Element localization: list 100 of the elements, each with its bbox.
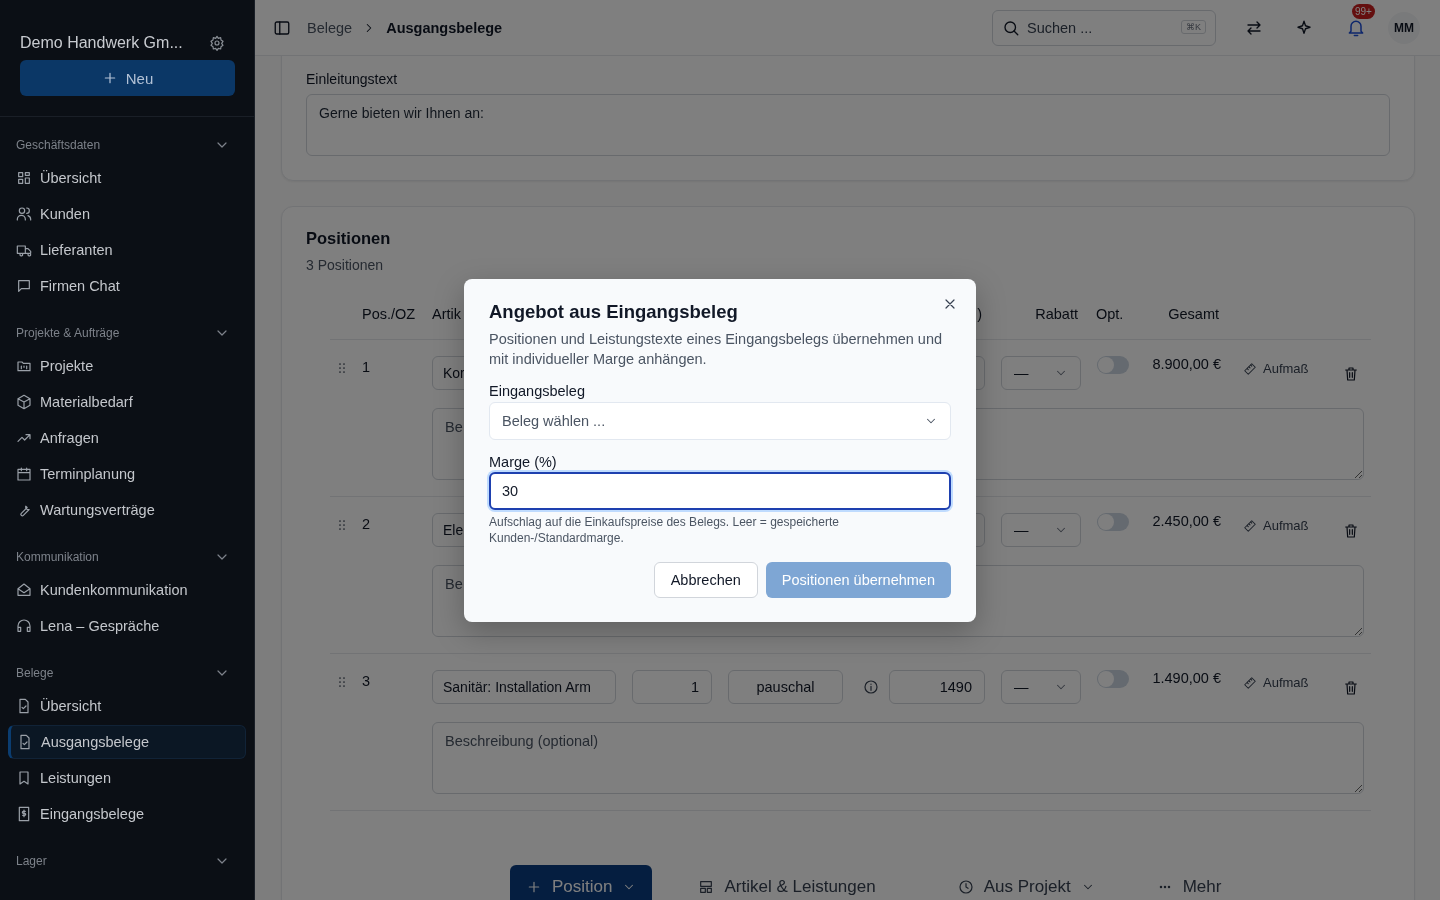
position-count: 3 Positionen	[306, 257, 385, 273]
breadcrumb-link[interactable]: Ausgangsbelege	[386, 19, 503, 36]
calendar-icon	[16, 466, 32, 482]
shortcut-key: ⌘K	[1181, 19, 1206, 34]
chat-icon	[16, 278, 32, 294]
sidebar-item[interactable]: Kunden	[8, 197, 246, 231]
sidebar-item[interactable]: Lieferanten	[8, 233, 246, 267]
sidebar-item-label: Leistungen	[40, 770, 111, 786]
sidebar-item[interactable]: Projekte	[8, 349, 246, 383]
optional-toggle[interactable]	[1097, 670, 1129, 688]
more-button[interactable]: Mehr	[1140, 865, 1238, 900]
folder-icon	[16, 358, 32, 374]
sidebar-item[interactable]: Terminplanung	[8, 457, 246, 491]
measure-button[interactable]: Aufmaß	[1243, 518, 1309, 533]
sidebar-item-label: Ausgangsbelege	[41, 734, 150, 750]
company-name: Demo Handwerk Gm...	[20, 34, 183, 52]
field-hint: Aufschlag auf die Einkaufspreise des Belegs. Leer = gespeicherte Kunden-/Standardmarge.	[489, 514, 840, 546]
row-total: 1.490,00 €	[1151, 670, 1221, 686]
price-field[interactable]: 1490	[889, 670, 985, 704]
column-header: Opt.	[1096, 306, 1125, 322]
bookmark-icon	[16, 770, 32, 786]
sparkle-icon[interactable]	[1295, 18, 1313, 37]
sidebar-item[interactable]: Anfragen	[8, 421, 246, 455]
trash-icon[interactable]	[1342, 680, 1359, 696]
info-icon[interactable]	[863, 679, 879, 695]
section-title: Lager	[16, 854, 47, 868]
users-icon	[16, 206, 32, 222]
position-number: 2	[362, 515, 372, 532]
ruler-icon	[1243, 675, 1257, 690]
trash-icon[interactable]	[1342, 366, 1359, 382]
headphones-icon	[16, 618, 32, 634]
sidebar-item-label: Übersicht	[40, 170, 102, 186]
settings-icon[interactable]	[209, 35, 225, 51]
section-title: Belege	[16, 666, 54, 680]
sidebar-item-label: Materialbedarf	[40, 394, 133, 410]
sidebar-item[interactable]: Firmen Chat	[8, 269, 246, 303]
add-position-button[interactable]: Position	[510, 865, 653, 900]
sidebar-item[interactable]: Kundenkommunikation	[8, 573, 246, 607]
quantity-field[interactable]: 1	[632, 670, 712, 704]
sidebar-item[interactable]: Wartungsverträge	[8, 493, 246, 527]
card-title: Positionen	[306, 229, 392, 248]
receipt-select[interactable]: Beleg wählen ...	[489, 402, 951, 440]
box-icon	[16, 394, 32, 410]
sidebar-item-label: Terminplanung	[40, 466, 136, 482]
row-total: 2.450,00 €	[1151, 513, 1221, 529]
new-button[interactable]: Neu	[20, 60, 235, 96]
sidebar-item-label: Anfragen	[40, 430, 99, 446]
sidebar-item[interactable]: Eingangsbelege	[8, 797, 246, 831]
column-header: Artik	[432, 306, 462, 322]
section-title: Projekte & Aufträge	[16, 326, 120, 340]
sidebar-item[interactable]: Materialbedarf	[8, 385, 246, 419]
notification-badge: 99+	[1352, 3, 1375, 19]
sidebar-item-label: Eingangsbelege	[40, 806, 144, 822]
trash-icon[interactable]	[1342, 523, 1359, 539]
discount-select[interactable]: —	[1001, 356, 1081, 390]
intro-text-field[interactable]: Gerne bieten wir Ihnen an:	[306, 94, 1390, 156]
articles-button[interactable]: Artikel & Leistungen	[682, 865, 892, 900]
discount-select[interactable]: —	[1001, 513, 1081, 547]
clock-icon	[957, 879, 974, 895]
margin-field[interactable]: 30	[489, 472, 951, 510]
sidebar-item-label: Kundenkommunikation	[40, 582, 188, 598]
plus-icon	[526, 879, 542, 895]
user-avatar[interactable]: MM	[1388, 11, 1420, 44]
measure-button[interactable]: Aufmaß	[1243, 675, 1309, 690]
field-label: Marge (%)	[489, 454, 558, 470]
measure-button[interactable]: Aufmaß	[1243, 361, 1309, 376]
unit-field[interactable]: pauschal	[728, 670, 843, 704]
sidebar-item-label: Firmen Chat	[40, 278, 120, 294]
sidebar-item-label: Wartungsverträge	[40, 502, 155, 518]
receipt-icon	[16, 806, 32, 822]
column-header: )	[976, 306, 982, 322]
search-icon	[1002, 18, 1020, 37]
description-field[interactable]: Beschreibung (optional)	[432, 722, 1364, 794]
field-label: Einleitungstext	[306, 71, 399, 87]
layout-icon	[698, 879, 715, 895]
row-total: 8.900,00 €	[1151, 356, 1221, 372]
truck-icon	[16, 242, 32, 258]
sidebar-item[interactable]: Ausgangsbelege	[8, 725, 246, 759]
dialog-description: Positionen und Leistungstexte eines Eingangsbelegs übernehmen und mit individueller Marge anhängen.	[489, 330, 944, 369]
sidebar-item[interactable]: Übersicht	[8, 689, 246, 723]
sidebar-toggle-icon[interactable]	[273, 18, 291, 37]
discount-select[interactable]: —	[1001, 670, 1081, 704]
mail-icon	[16, 582, 32, 598]
column-header: Gesamt	[1167, 306, 1219, 322]
sidebar-item[interactable]: Übersicht	[8, 161, 246, 195]
sidebar-item-label: Übersicht	[40, 698, 102, 714]
dialog-title: Angebot aus Eingangsbeleg	[489, 301, 739, 323]
from-project-button[interactable]: Aus Projekt	[941, 865, 1111, 900]
breadcrumb-link[interactable]: Belege	[307, 19, 353, 36]
section-title: Geschäftsdaten	[16, 138, 101, 152]
cancel-button[interactable]: Abbrechen	[653, 562, 758, 598]
ruler-icon	[1243, 361, 1257, 376]
sidebar-item-label: Lena – Gespräche	[40, 618, 160, 634]
optional-toggle[interactable]	[1097, 513, 1129, 531]
document-icon	[16, 698, 32, 714]
article-field[interactable]: Sanitär: Installation Arm	[432, 670, 616, 704]
sidebar-item[interactable]: Lena – Gespräche	[8, 609, 246, 643]
sidebar-item[interactable]: Leistungen	[8, 761, 246, 795]
optional-toggle[interactable]	[1097, 356, 1129, 374]
column-header: Pos./OZ	[362, 306, 417, 322]
